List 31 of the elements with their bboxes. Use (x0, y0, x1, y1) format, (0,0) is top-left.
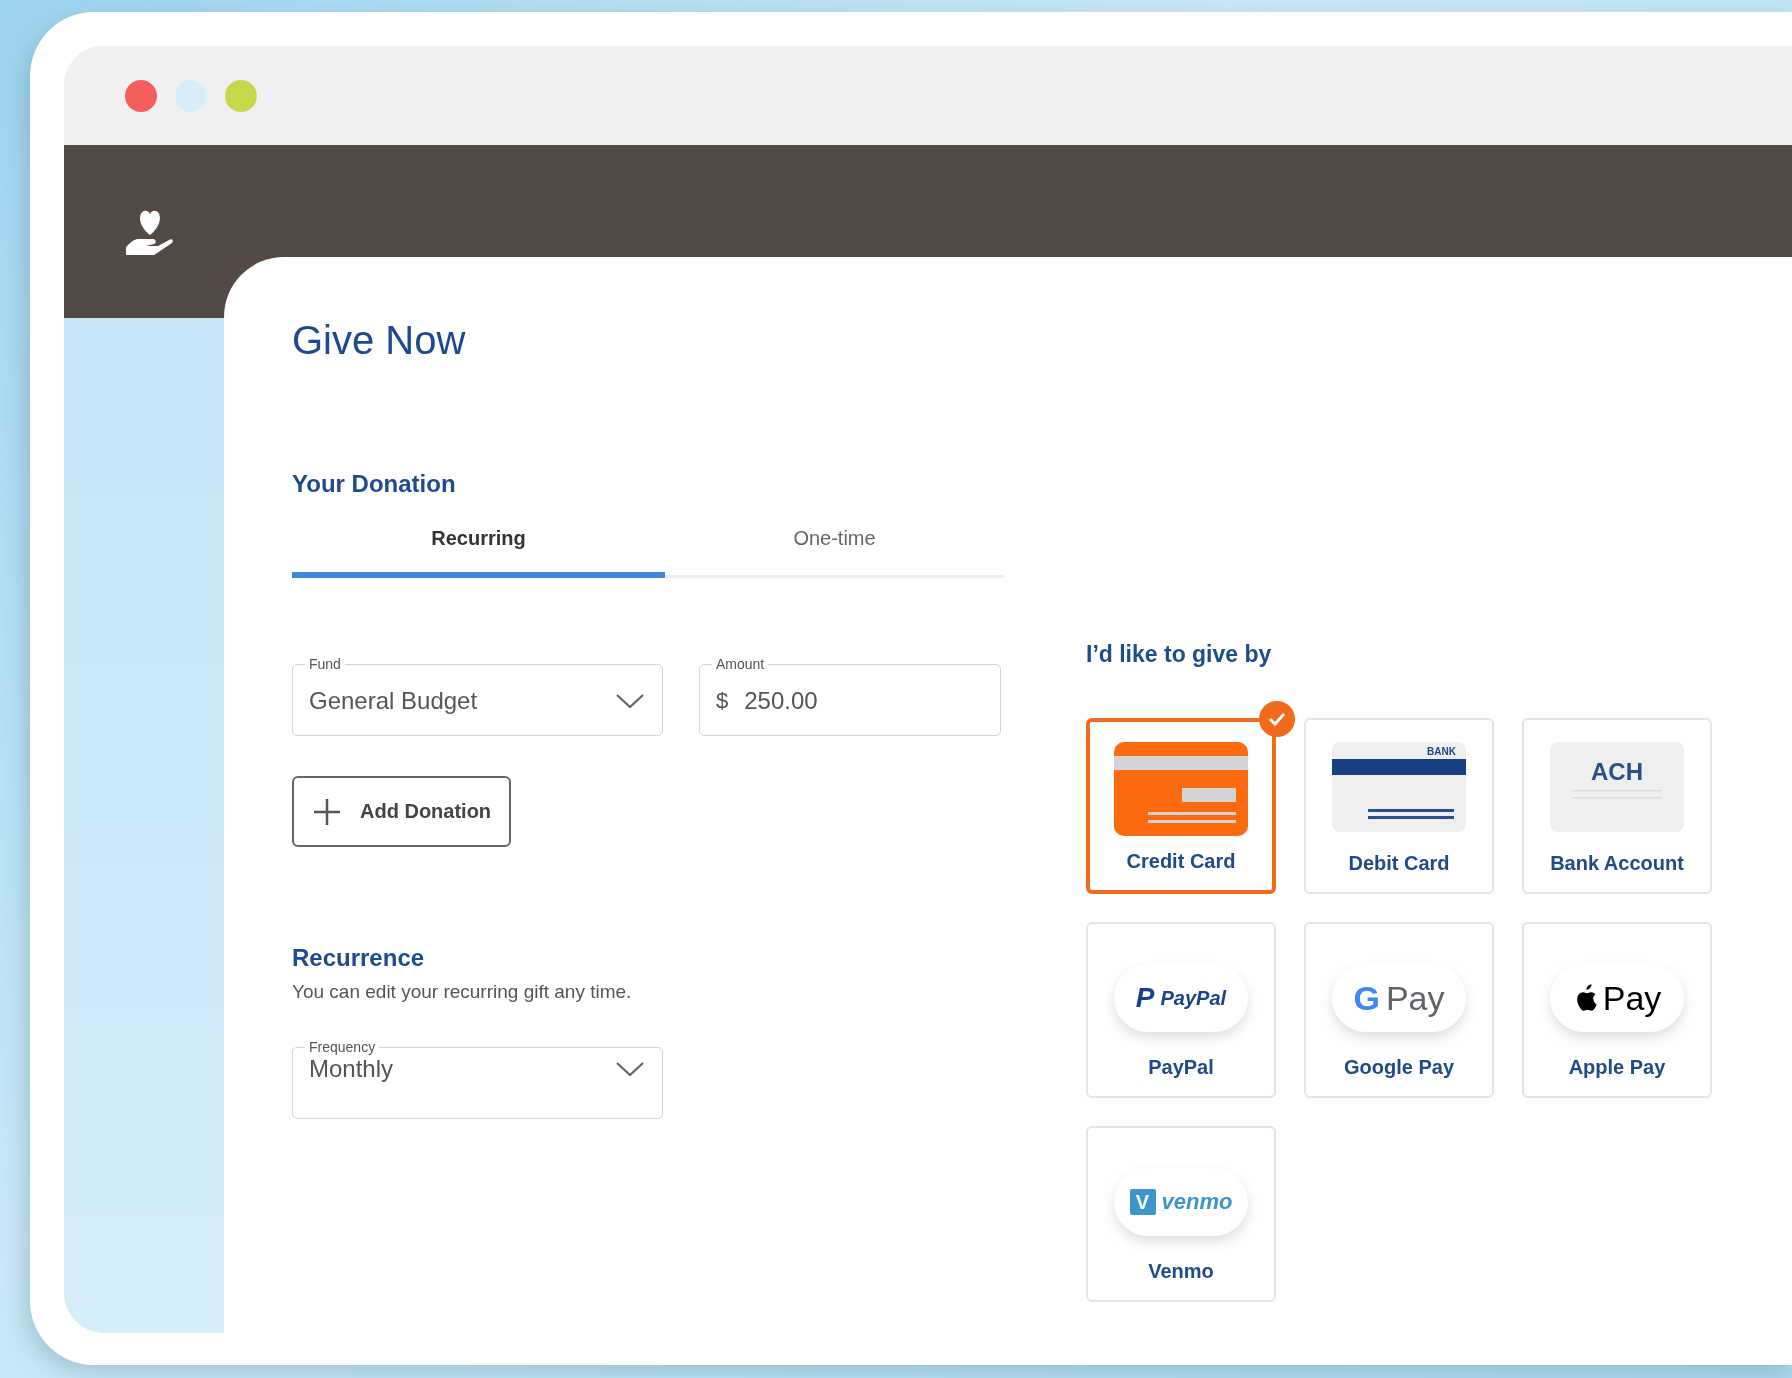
credit-card-icon (1114, 742, 1248, 836)
payment-option[interactable]: Credit Card (1086, 718, 1276, 894)
payment-option[interactable]: BANK Debit Card (1304, 718, 1494, 894)
page-title: Give Now (292, 317, 466, 364)
chevron-down-icon (614, 691, 646, 710)
venmo-logo: V venmo (1114, 1168, 1248, 1236)
fund-select[interactable]: Fund General Budget (292, 656, 663, 736)
checkmark-icon (1258, 700, 1296, 738)
apple-pay-logo: Pay (1550, 964, 1684, 1032)
bank-label: BANK (1427, 746, 1456, 757)
section-heading: Recurrence (292, 943, 425, 973)
window-control[interactable] (225, 79, 257, 112)
google-pay-logo: G Pay (1332, 964, 1466, 1032)
section-heading: Your Donation (292, 469, 456, 499)
payment-option[interactable]: P PayPal PayPal (1086, 922, 1276, 1098)
payment-option[interactable]: ACH Bank Account (1522, 718, 1712, 894)
tab[interactable]: One-time (665, 507, 1004, 578)
ach-label: ACH (1591, 758, 1643, 786)
plus-icon (312, 796, 342, 827)
paypal-logo: P PayPal (1114, 964, 1248, 1032)
payment-option[interactable]: V venmo Venmo (1086, 1126, 1276, 1302)
tab[interactable]: Recurring (292, 507, 665, 578)
chevron-down-icon (614, 1060, 646, 1078)
helper-text: You can edit your recurring gift any time. (292, 981, 632, 1003)
section-heading: I’d like to give by (1086, 641, 1273, 668)
amount-field[interactable]: Amount $ 250.00 (699, 656, 1001, 736)
add-donation-button[interactable]: Add Donation (292, 776, 512, 847)
payment-option[interactable]: Pay Apple Pay (1522, 922, 1712, 1098)
payment-option[interactable]: G Pay Google Pay (1304, 922, 1494, 1098)
frequency-select[interactable]: Frequency Monthly (292, 1039, 663, 1119)
window-control[interactable] (125, 79, 157, 112)
